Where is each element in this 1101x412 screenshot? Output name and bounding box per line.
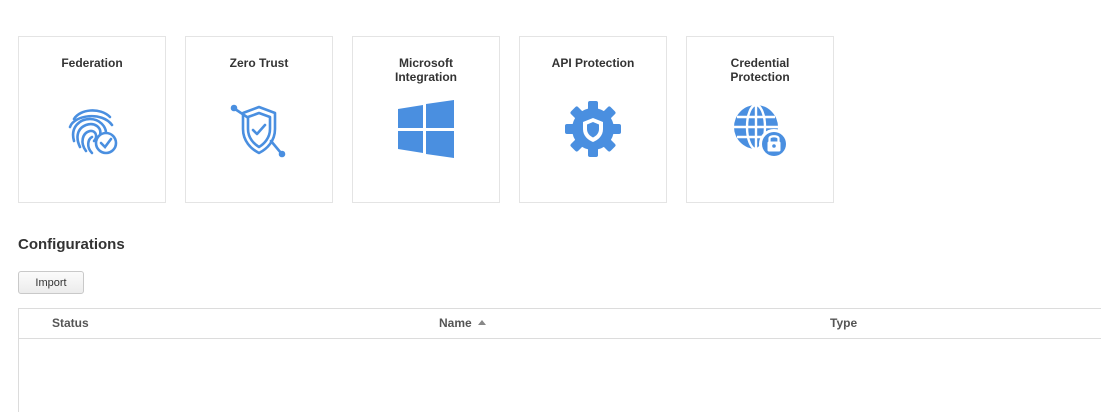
column-header-label: Type [830, 316, 858, 330]
integration-tiles: Federation Zero Trust Microsoft Integrat… [18, 36, 834, 203]
tile-title: Zero Trust [229, 56, 289, 70]
import-button[interactable]: Import [18, 271, 84, 294]
column-header-name[interactable]: Name [439, 309, 486, 338]
configurations-table: Status Name Type [18, 308, 1101, 412]
tile-federation[interactable]: Federation [18, 36, 166, 203]
sort-ascending-icon [477, 320, 486, 326]
fingerprint-check-icon [60, 97, 124, 161]
tile-zero-trust[interactable]: Zero Trust [185, 36, 333, 203]
tile-title: Credential Protection [730, 56, 790, 84]
column-header-label: Status [52, 316, 89, 330]
tile-title: Federation [61, 56, 123, 70]
globe-lock-icon [728, 97, 792, 161]
tile-title: Microsoft Integration [395, 56, 457, 84]
tile-api-protection[interactable]: API Protection [519, 36, 667, 203]
configurations-heading: Configurations [18, 236, 125, 253]
tile-title: API Protection [551, 56, 635, 70]
table-header: Status Name Type [19, 309, 1101, 339]
windows-logo-icon [394, 97, 458, 161]
shield-check-icon [227, 97, 291, 161]
tile-microsoft-integration[interactable]: Microsoft Integration [352, 36, 500, 203]
gear-shield-icon [561, 97, 625, 161]
tile-credential-protection[interactable]: Credential Protection [686, 36, 834, 203]
column-header-label: Name [439, 316, 472, 330]
column-header-status[interactable]: Status [52, 309, 89, 338]
column-header-type[interactable]: Type [830, 309, 857, 338]
